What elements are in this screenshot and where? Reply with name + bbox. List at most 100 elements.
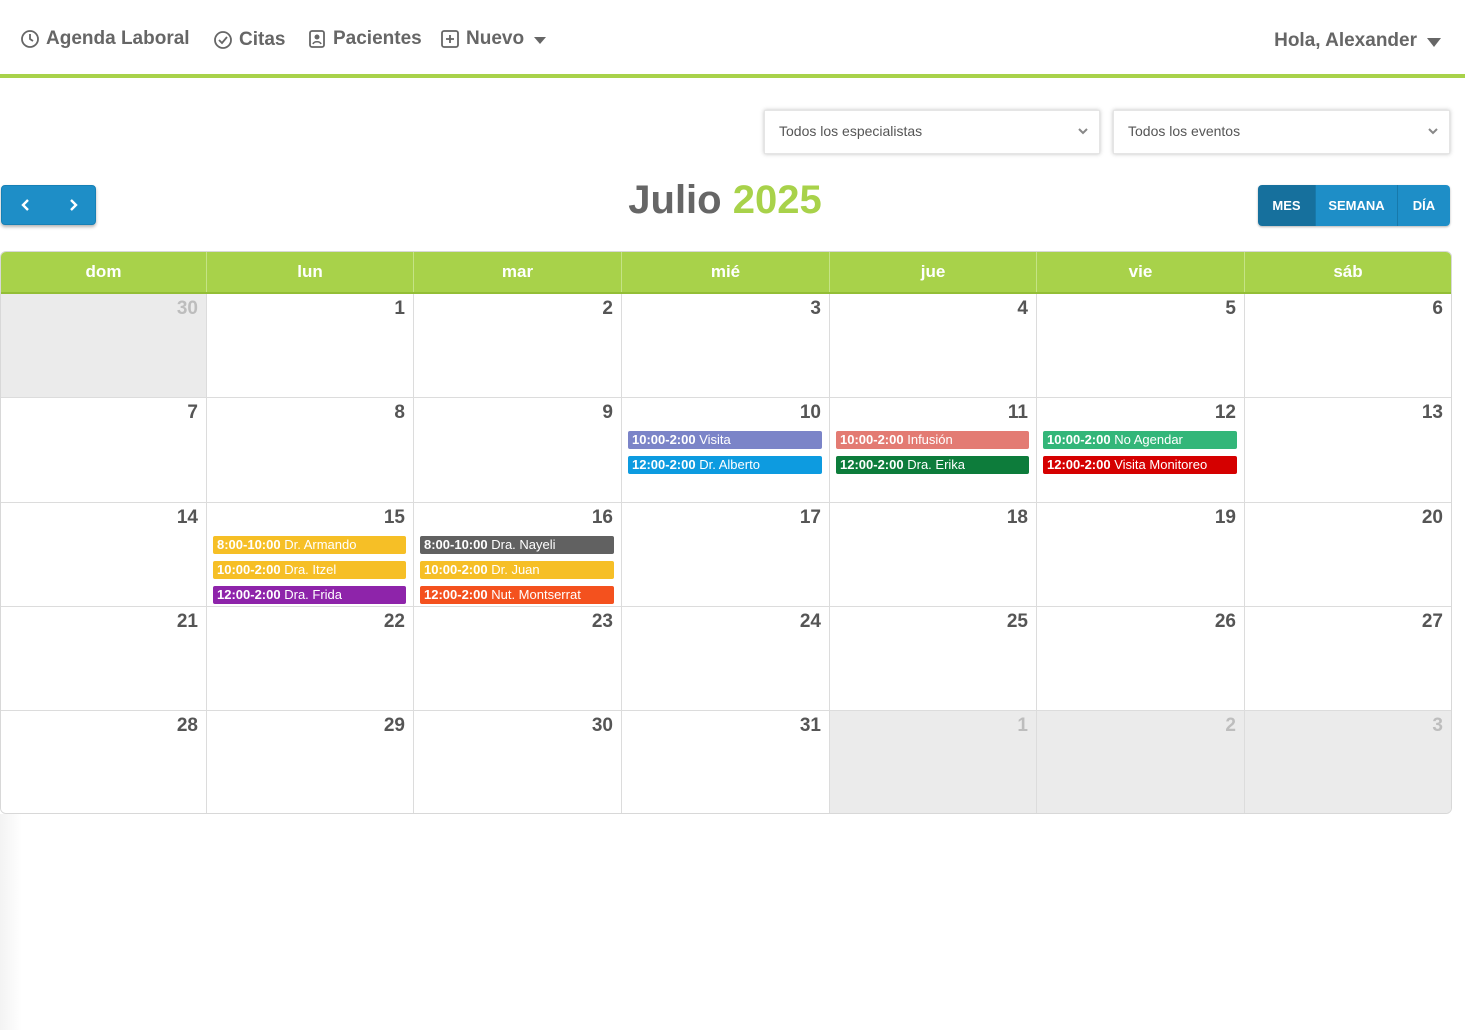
calendar-event[interactable]: 10:00-2:00 Dr. Juan — [420, 561, 614, 579]
calendar-event[interactable]: 10:00-2:00 Infusión — [836, 431, 1029, 449]
day-cell[interactable]: 15 8:00-10:00 Dr. Armando 10:00-2:00 Dra. … — [207, 503, 414, 607]
day-cell[interactable]: 31 — [622, 711, 830, 813]
day-number: 17 — [799, 507, 821, 528]
day-cell[interactable]: 26 — [1037, 607, 1245, 711]
day-cell[interactable]: 14 — [1, 503, 207, 607]
calendar-year: 2025 — [732, 178, 822, 222]
day-number: 7 — [187, 402, 198, 423]
day-cell[interactable]: 2 — [1037, 711, 1245, 813]
weekday-dom: dom — [1, 252, 207, 292]
day-cell[interactable]: 3 — [622, 294, 830, 398]
day-number: 14 — [176, 507, 198, 528]
day-cell[interactable]: 16 8:00-10:00 Dra. Nayeli 10:00-2:00 Dr. J… — [414, 503, 622, 607]
event-time: 10:00-2:00 — [424, 562, 488, 577]
calendar-event[interactable]: 12:00-2:00 Dra. Frida — [213, 586, 406, 604]
contact-card-icon — [309, 30, 325, 48]
day-cell[interactable]: 19 — [1037, 503, 1245, 607]
day-cell[interactable]: 8 — [207, 398, 414, 503]
day-number: 24 — [799, 611, 821, 632]
day-cell[interactable]: 1 — [207, 294, 414, 398]
user-menu[interactable]: Hola, Alexander — [1274, 30, 1441, 52]
day-number: 21 — [176, 611, 198, 632]
day-number: 25 — [1006, 611, 1028, 632]
view-month-button[interactable]: MES — [1258, 185, 1316, 226]
plus-square-icon — [441, 30, 459, 48]
day-number: 1 — [1017, 715, 1028, 736]
specialists-select-value: Todos los especialistas — [779, 123, 923, 139]
nav-nuevo-dropdown[interactable]: Nuevo — [440, 28, 547, 50]
event-title: Dr. Armando — [280, 537, 357, 552]
day-cell[interactable]: 6 — [1245, 294, 1451, 398]
event-time: 10:00-2:00 — [632, 432, 696, 447]
day-cell[interactable]: 27 — [1245, 607, 1451, 711]
check-circle-icon — [214, 31, 232, 49]
calendar-event[interactable]: 12:00-2:00 Visita Monitoreo — [1043, 456, 1237, 474]
chevron-down-icon — [1428, 128, 1438, 135]
day-number: 30 — [591, 715, 613, 736]
event-time: 12:00-2:00 — [840, 457, 904, 472]
day-number: 4 — [1017, 298, 1028, 319]
chevron-down-icon — [1427, 37, 1441, 47]
event-time: 10:00-2:00 — [840, 432, 904, 447]
chevron-down-icon — [534, 36, 547, 44]
day-cell[interactable]: 10 10:00-2:00 Visita 12:00-2:00 Dr. Albert… — [622, 398, 830, 503]
event-title: Dra. Frida — [280, 587, 343, 602]
day-cell[interactable]: 20 — [1245, 503, 1451, 607]
day-cell[interactable]: 7 — [1, 398, 207, 503]
day-cell[interactable]: 24 — [622, 607, 830, 711]
day-cell[interactable]: 30 — [414, 711, 622, 813]
day-cell[interactable]: 9 — [414, 398, 622, 503]
day-number: 11 — [1007, 402, 1028, 423]
day-number: 15 — [383, 507, 405, 528]
calendar-event[interactable]: 10:00-2:00 Visita — [628, 431, 822, 449]
day-number: 23 — [591, 611, 613, 632]
day-number: 12 — [1214, 402, 1236, 423]
day-cell[interactable]: 5 — [1037, 294, 1245, 398]
clock-icon — [21, 30, 39, 48]
nav-citas[interactable]: Citas — [213, 29, 285, 51]
nav-nuevo-label: Nuevo — [466, 28, 525, 49]
calendar-event[interactable]: 10:00-2:00 No Agendar — [1043, 431, 1237, 449]
weekday-lun: lun — [207, 252, 414, 292]
day-cell[interactable]: 12 10:00-2:00 No Agendar 12:00-2:00 Visita… — [1037, 398, 1245, 503]
day-number: 26 — [1214, 611, 1236, 632]
nav-agenda-laboral[interactable]: Agenda Laboral — [20, 28, 190, 50]
event-title: Visita — [695, 432, 731, 447]
view-day-button[interactable]: DÍA — [1398, 185, 1450, 226]
calendar-event[interactable]: 12:00-2:00 Dra. Erika — [836, 456, 1029, 474]
day-cell[interactable]: 21 — [1, 607, 207, 711]
event-time: 8:00-10:00 — [217, 537, 281, 552]
day-cell[interactable]: 28 — [1, 711, 207, 813]
nav-pacientes[interactable]: Pacientes — [307, 28, 422, 50]
calendar-event[interactable]: 10:00-2:00 Dra. Itzel — [213, 561, 406, 579]
calendar-event[interactable]: 12:00-2:00 Dr. Alberto — [628, 456, 822, 474]
day-number: 16 — [591, 507, 613, 528]
day-number: 18 — [1006, 507, 1028, 528]
day-cell[interactable]: 25 — [830, 607, 1037, 711]
view-week-button[interactable]: SEMANA — [1316, 185, 1398, 226]
events-select[interactable]: Todos los eventos — [1113, 110, 1450, 154]
day-cell[interactable]: 23 — [414, 607, 622, 711]
specialists-select[interactable]: Todos los especialistas — [764, 110, 1100, 154]
calendar-event[interactable]: 8:00-10:00 Dra. Nayeli — [420, 536, 614, 554]
day-cell[interactable]: 17 — [622, 503, 830, 607]
day-cell[interactable]: 22 — [207, 607, 414, 711]
day-cell[interactable]: 30 — [1, 294, 207, 398]
event-title: Dr. Juan — [487, 562, 540, 577]
day-cell[interactable]: 2 — [414, 294, 622, 398]
top-navbar: Agenda Laboral Citas Pacientes Nuevo Hol… — [0, 0, 1465, 78]
month-calendar: dom lun mar mié jue vie sáb 30 1 2 3 4 5 6 7 8 9 10 10:00… — [0, 251, 1452, 814]
day-cell[interactable]: 1 — [830, 711, 1037, 813]
calendar-event[interactable]: 12:00-2:00 Nut. Montserrat — [420, 586, 614, 604]
event-title: Dra. Erika — [903, 457, 966, 472]
day-cell[interactable]: 13 — [1245, 398, 1451, 503]
day-cell[interactable]: 18 — [830, 503, 1037, 607]
day-cell[interactable]: 29 — [207, 711, 414, 813]
event-time: 12:00-2:00 — [217, 587, 281, 602]
day-cell[interactable]: 4 — [830, 294, 1037, 398]
day-number: 19 — [1214, 507, 1236, 528]
day-cell[interactable]: 3 — [1245, 711, 1451, 813]
calendar-event[interactable]: 8:00-10:00 Dr. Armando — [213, 536, 406, 554]
day-cell[interactable]: 11 10:00-2:00 Infusión 12:00-2:00 Dra. Eri… — [830, 398, 1037, 503]
weekday-jue: jue — [830, 252, 1037, 292]
